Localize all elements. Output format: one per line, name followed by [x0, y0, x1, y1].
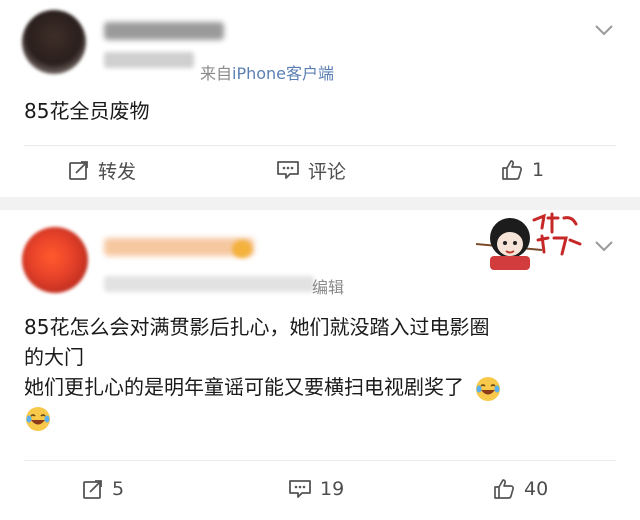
content-line: 她们更扎心的是明年童谣可能又要横扫电视剧奖了	[24, 375, 464, 399]
comment-button[interactable]: 评论	[276, 155, 346, 185]
avatar[interactable]	[22, 10, 86, 74]
content-line	[20, 403, 502, 434]
content-line: 的大门	[24, 345, 84, 369]
post-content: 85花怎么会对满贯影后扎心，她们就没踏入过电影圈 的大门 她们更扎心的是明年童谣…	[24, 312, 502, 433]
post-content: 85花全员废物	[24, 99, 150, 123]
weibo-post-card: 来自iPhone客户端 85花全员废物 转发 评论 1	[0, 0, 640, 197]
divider	[24, 460, 616, 461]
timestamp-blurred	[104, 52, 194, 68]
timestamp-blurred	[104, 276, 314, 292]
repost-label: 转发	[98, 160, 137, 183]
comment-button[interactable]: 19	[288, 474, 344, 504]
like-count: 1	[532, 159, 545, 181]
edited-label: 编辑	[312, 278, 345, 297]
action-bar: 5 19 40	[0, 474, 640, 504]
like-button[interactable]: 40	[492, 474, 548, 504]
post-meta: 来自iPhone客户端	[200, 60, 334, 84]
weibo-post-card: 编辑 85花怎么会对满贯影后扎心，她们就没踏入过电影圈 的大门 她们更扎心的是明…	[0, 210, 640, 520]
decorative-sticker-image	[475, 212, 582, 270]
username-blurred[interactable]	[104, 22, 224, 40]
thumb-up-icon	[502, 160, 522, 180]
post-separator	[0, 197, 640, 210]
comment-count: 19	[320, 478, 345, 500]
action-bar: 转发 评论 1	[0, 155, 640, 185]
post-meta: 编辑	[312, 274, 344, 298]
source-label: iPhone客户端	[232, 64, 335, 83]
content-line: 85花怎么会对满贯影后扎心，她们就没踏入过电影圈	[24, 315, 490, 339]
laughing-emoji-icon	[476, 376, 501, 401]
like-button[interactable]: 1	[500, 155, 544, 185]
avatar[interactable]	[22, 227, 88, 293]
divider	[24, 145, 616, 146]
chevron-down-icon[interactable]	[594, 24, 614, 36]
comment-icon	[277, 161, 299, 179]
thumb-up-icon	[494, 479, 514, 499]
share-icon	[69, 161, 88, 180]
laughing-emoji-icon	[26, 407, 50, 431]
chevron-down-icon[interactable]	[594, 240, 614, 252]
share-icon	[83, 480, 102, 499]
repost-button[interactable]: 转发	[68, 155, 136, 185]
repost-button[interactable]: 5	[82, 474, 124, 504]
vip-badge	[232, 240, 252, 258]
like-count: 40	[524, 478, 549, 500]
comment-label: 评论	[308, 160, 347, 183]
repost-count: 5	[112, 478, 125, 500]
comment-icon	[289, 480, 311, 498]
via-label: 来自	[200, 64, 233, 83]
content-line-with-emoji: 她们更扎心的是明年童谣可能又要横扫电视剧奖了	[24, 372, 502, 403]
